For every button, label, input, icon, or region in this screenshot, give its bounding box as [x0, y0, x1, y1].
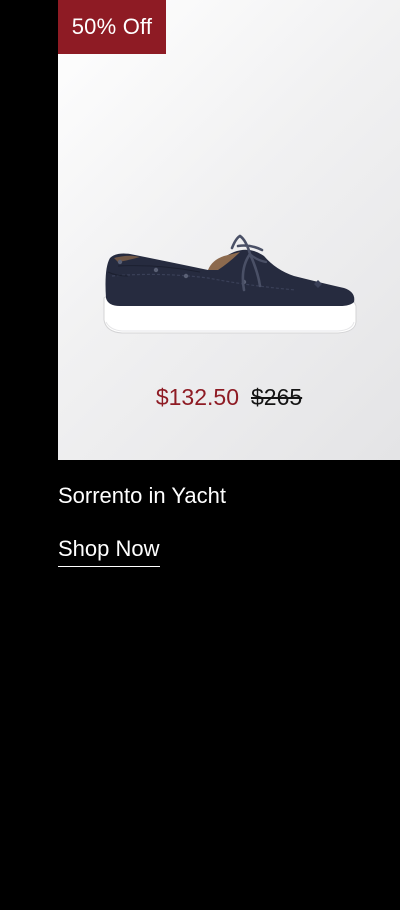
shop-now-link[interactable]: Shop Now — [58, 534, 160, 567]
discount-badge: 50% Off — [58, 0, 166, 54]
boat-shoe-image[interactable] — [100, 232, 360, 344]
original-price: $265 — [250, 384, 303, 410]
sale-price: $132.50 — [155, 384, 239, 410]
product-name[interactable]: Sorrento in Yacht — [58, 481, 226, 511]
product-card[interactable]: 50% Off $132.50 $265 — [58, 0, 400, 460]
price-row: $132.50 $265 — [58, 382, 400, 412]
